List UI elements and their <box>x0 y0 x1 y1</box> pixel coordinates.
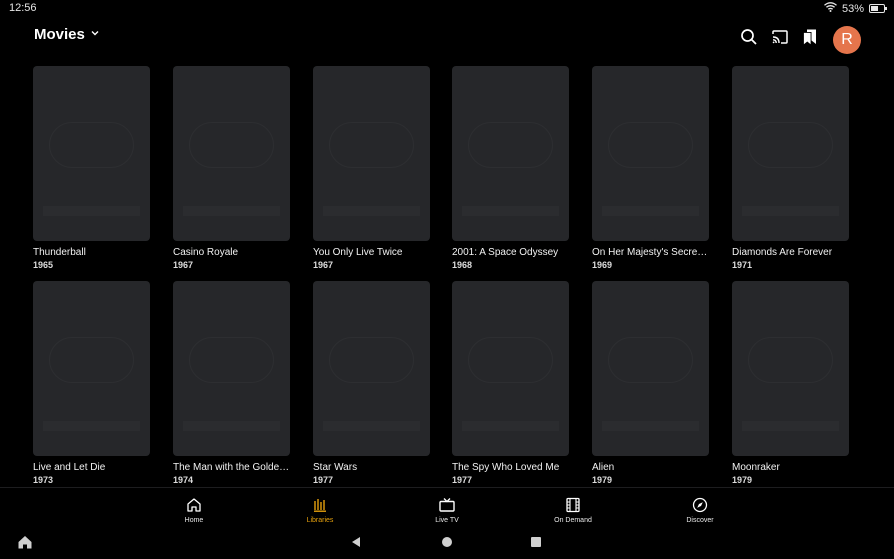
movie-year: 1967 <box>313 260 334 270</box>
film-icon <box>564 496 582 514</box>
movie-year: 1973 <box>33 475 54 485</box>
home-icon <box>185 496 203 514</box>
back-icon <box>350 535 362 553</box>
movie-title: Moonraker <box>732 462 780 473</box>
movie-title: Live and Let Die <box>33 462 106 473</box>
movie-year: 1971 <box>732 260 753 270</box>
movie-card[interactable]: The Spy Who Loved Me 1977 <box>452 281 569 486</box>
movie-title: Thunderball <box>33 247 86 258</box>
movie-poster <box>33 66 150 241</box>
movie-card[interactable]: Casino Royale 1967 <box>173 66 290 271</box>
movie-title: Diamonds Are Forever <box>732 247 833 258</box>
movie-poster <box>313 281 430 456</box>
recents-icon <box>530 535 542 553</box>
movie-title: Alien <box>592 462 615 473</box>
movie-card[interactable]: The Man with the Golden Gun 1974 <box>173 281 290 486</box>
movie-poster <box>732 281 849 456</box>
nav-label-libraries: Libraries <box>306 517 334 524</box>
movie-title: The Man with the Golden Gun <box>173 462 290 473</box>
movie-year: 1969 <box>592 260 613 270</box>
movie-poster <box>732 66 849 241</box>
system-home-button[interactable] <box>438 535 456 553</box>
launcher-home-icon <box>17 534 33 555</box>
movie-card[interactable]: Moonraker 1979 <box>732 281 849 486</box>
movie-poster <box>173 281 290 456</box>
nav-on-demand[interactable]: On Demand <box>533 488 613 530</box>
movie-title: On Her Majesty's Secret Service <box>592 247 709 258</box>
search-icon <box>740 28 758 51</box>
movie-card[interactable]: Diamonds Are Forever 1971 <box>732 66 849 271</box>
bottom-nav: Home Libraries Live TV On Demand Discove… <box>0 487 894 529</box>
movie-title: 2001: A Space Odyssey <box>452 247 559 258</box>
movie-card[interactable]: On Her Majesty's Secret Service 1969 <box>592 66 709 271</box>
movie-card[interactable]: Alien 1979 <box>592 281 709 486</box>
recents-button[interactable] <box>527 535 545 553</box>
header: Movies R <box>0 18 894 64</box>
movie-title: You Only Live Twice <box>313 247 403 258</box>
movie-title: The Spy Who Loved Me <box>452 462 560 473</box>
movie-title: Casino Royale <box>173 247 239 258</box>
movie-year: 1979 <box>592 475 613 485</box>
movie-year: 1965 <box>33 260 54 270</box>
page-title: Movies <box>34 25 85 43</box>
movie-card[interactable]: Star Wars 1977 <box>313 281 430 486</box>
movie-title: Star Wars <box>313 462 358 473</box>
movie-poster <box>173 66 290 241</box>
movie-year: 1979 <box>732 475 753 485</box>
nav-discover[interactable]: Discover <box>660 488 740 530</box>
movie-card[interactable]: Thunderball 1965 <box>33 66 150 271</box>
movie-poster <box>592 281 709 456</box>
avatar-initial: R <box>841 31 853 48</box>
nav-label-home: Home <box>184 517 204 524</box>
movie-poster <box>452 66 569 241</box>
movie-poster <box>33 281 150 456</box>
movie-year: 1977 <box>313 475 334 485</box>
movie-grid: Thunderball 1965 Casino Royale 1967 You Only… <box>0 0 894 487</box>
nav-live-tv[interactable]: Live TV <box>407 488 487 530</box>
library-selector[interactable]: Movies <box>34 25 100 43</box>
movie-year: 1967 <box>173 260 194 270</box>
movie-year: 1974 <box>173 475 194 485</box>
app: 12:56 53% Thunderball 1965 Casino Royale 19… <box>0 0 894 559</box>
movie-card[interactable]: You Only Live Twice 1967 <box>313 66 430 271</box>
nav-label-on-demand: On Demand <box>554 517 592 524</box>
launcher-home-button[interactable] <box>16 535 34 553</box>
movie-poster <box>592 66 709 241</box>
movie-card[interactable]: 2001: A Space Odyssey 1968 <box>452 66 569 271</box>
tv-icon <box>438 496 456 514</box>
back-button[interactable] <box>347 535 365 553</box>
nav-label-discover: Discover <box>686 517 714 524</box>
nav-home[interactable]: Home <box>154 488 234 530</box>
movie-year: 1977 <box>452 475 473 485</box>
movie-poster <box>313 66 430 241</box>
avatar[interactable]: R <box>833 26 861 54</box>
movie-poster <box>452 281 569 456</box>
compass-icon <box>691 496 709 514</box>
nav-libraries[interactable]: Libraries <box>280 488 360 530</box>
bookmark-icon <box>801 28 819 51</box>
home-circle-icon <box>441 535 453 553</box>
cast-button[interactable] <box>768 27 792 51</box>
cast-icon <box>771 29 789 50</box>
nav-label-live-tv: Live TV <box>435 517 459 524</box>
movie-card[interactable]: Live and Let Die 1973 <box>33 281 150 486</box>
search-button[interactable] <box>737 27 761 51</box>
chevron-down-icon <box>90 25 100 43</box>
movie-year: 1968 <box>452 260 473 270</box>
libraries-icon <box>311 496 329 514</box>
system-nav-bar <box>0 529 894 559</box>
watchlist-button[interactable] <box>798 27 822 51</box>
